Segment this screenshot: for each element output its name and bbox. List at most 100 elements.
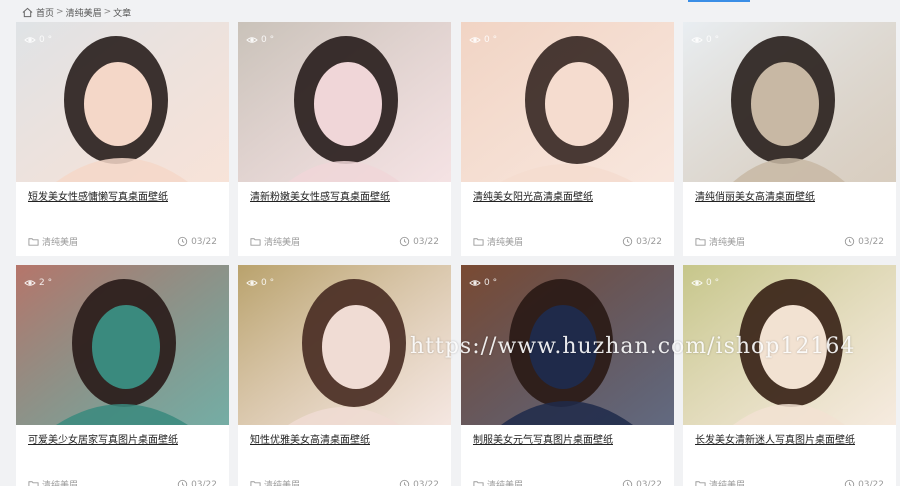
- eye-icon: [246, 37, 258, 43]
- clock-icon: [399, 236, 410, 247]
- article-card[interactable]: 0 ° 短发美女性感慵懒写真桌面壁纸 清纯美眉 03/22: [16, 22, 229, 256]
- article-date-value: 03/22: [191, 236, 217, 247]
- article-card[interactable]: 2 ° 可爱美少女居家写真图片桌面壁纸 清纯美眉 03/22: [16, 265, 229, 486]
- article-category-label: 清纯美眉: [487, 481, 524, 486]
- folder-icon: [473, 481, 484, 486]
- view-count: 0 °: [691, 34, 719, 46]
- folder-icon: [28, 481, 39, 486]
- article-title[interactable]: 可爱美少女居家写真图片桌面壁纸: [28, 434, 217, 448]
- article-meta: 清纯美眉 03/22: [473, 235, 662, 248]
- view-count-unit: °: [44, 278, 53, 288]
- eye-icon: [469, 280, 481, 286]
- article-category-label: 清纯美眉: [42, 481, 79, 486]
- clock-icon: [399, 479, 410, 486]
- portrait-image: [16, 22, 229, 182]
- view-count: 0 °: [246, 34, 274, 46]
- article-title[interactable]: 长发美女清新迷人写真图片桌面壁纸: [695, 434, 884, 448]
- article-date: 03/22: [399, 479, 439, 486]
- article-category[interactable]: 清纯美眉: [473, 478, 523, 486]
- view-count: 0 °: [469, 277, 497, 289]
- article-meta: 清纯美眉 03/22: [695, 235, 884, 248]
- eye-icon: [246, 280, 258, 286]
- article-date-value: 03/22: [191, 479, 217, 486]
- article-date-value: 03/22: [636, 479, 662, 486]
- article-date-value: 03/22: [858, 236, 884, 247]
- article-title[interactable]: 清纯美女阳光高清桌面壁纸: [473, 191, 662, 205]
- clock-icon: [177, 236, 188, 247]
- view-count-unit: °: [44, 35, 53, 45]
- article-category[interactable]: 清纯美眉: [28, 478, 78, 486]
- view-count-unit: °: [266, 278, 275, 288]
- clock-icon: [844, 479, 855, 486]
- article-date: 03/22: [622, 479, 662, 486]
- portrait-image: [238, 265, 451, 425]
- article-thumbnail[interactable]: 0 °: [238, 22, 451, 182]
- article-thumbnail[interactable]: 0 °: [683, 265, 896, 425]
- article-thumbnail[interactable]: 0 °: [16, 22, 229, 182]
- view-count: 0 °: [246, 277, 274, 289]
- folder-icon: [250, 481, 261, 486]
- article-meta: 清纯美眉 03/22: [250, 235, 439, 248]
- article-card[interactable]: 0 ° 清纯俏丽美女高清桌面壁纸 清纯美眉 03/22: [683, 22, 896, 256]
- article-title[interactable]: 知性优雅美女高清桌面壁纸: [250, 434, 439, 448]
- portrait-image: [461, 22, 674, 182]
- folder-icon: [695, 481, 706, 486]
- article-card[interactable]: 0 ° 知性优雅美女高清桌面壁纸 清纯美眉 03/22: [238, 265, 451, 486]
- article-category[interactable]: 清纯美眉: [473, 235, 523, 248]
- article-card[interactable]: 0 ° 清纯美女阳光高清桌面壁纸 清纯美眉 03/22: [461, 22, 674, 256]
- article-category[interactable]: 清纯美眉: [28, 235, 78, 248]
- article-date-value: 03/22: [858, 479, 884, 486]
- article-category-label: 清纯美眉: [487, 238, 524, 248]
- article-thumbnail[interactable]: 2 °: [16, 265, 229, 425]
- article-date: 03/22: [399, 236, 439, 247]
- article-category-label: 清纯美眉: [709, 238, 746, 248]
- eye-icon: [691, 280, 703, 286]
- view-count-unit: °: [489, 278, 498, 288]
- eye-icon: [469, 37, 481, 43]
- article-date-value: 03/22: [413, 236, 439, 247]
- clock-icon: [844, 236, 855, 247]
- article-title[interactable]: 清新粉嫩美女性感写真桌面壁纸: [250, 191, 439, 205]
- clock-icon: [177, 479, 188, 486]
- view-count: 0 °: [469, 34, 497, 46]
- article-card[interactable]: 0 ° 长发美女清新迷人写真图片桌面壁纸 清纯美眉 03/22: [683, 265, 896, 486]
- article-title[interactable]: 短发美女性感慵懒写真桌面壁纸: [28, 191, 217, 205]
- article-category[interactable]: 清纯美眉: [695, 478, 745, 486]
- eye-icon: [24, 37, 36, 43]
- article-thumbnail[interactable]: 0 °: [461, 22, 674, 182]
- article-thumbnail[interactable]: 0 °: [683, 22, 896, 182]
- page: 首页 > 清纯美眉 > 文章 0 ° 短发美女性感慵懒写真桌面壁纸 清纯美眉 0…: [0, 0, 900, 486]
- breadcrumb-category-link[interactable]: 清纯美眉: [66, 6, 102, 19]
- article-category-label: 清纯美眉: [264, 481, 301, 486]
- folder-icon: [28, 238, 39, 246]
- article-category[interactable]: 清纯美眉: [250, 235, 300, 248]
- clock-icon: [622, 236, 633, 247]
- article-thumbnail[interactable]: 0 °: [461, 265, 674, 425]
- breadcrumb: 首页 > 清纯美眉 > 文章: [22, 5, 131, 19]
- article-card[interactable]: 0 ° 制服美女元气写真图片桌面壁纸 清纯美眉 03/22: [461, 265, 674, 486]
- breadcrumb-current: 文章: [113, 8, 132, 19]
- article-meta: 清纯美眉 03/22: [473, 478, 662, 486]
- article-date: 03/22: [622, 236, 662, 247]
- article-category[interactable]: 清纯美眉: [250, 478, 300, 486]
- article-card[interactable]: 0 ° 清新粉嫩美女性感写真桌面壁纸 清纯美眉 03/22: [238, 22, 451, 256]
- article-date-value: 03/22: [413, 479, 439, 486]
- view-count: 0 °: [24, 34, 52, 46]
- portrait-image: [683, 22, 896, 182]
- article-thumbnail[interactable]: 0 °: [238, 265, 451, 425]
- folder-icon: [473, 238, 484, 246]
- portrait-image: [16, 265, 229, 425]
- article-title[interactable]: 清纯俏丽美女高清桌面壁纸: [695, 191, 884, 205]
- clock-icon: [622, 479, 633, 486]
- view-count-unit: °: [711, 35, 720, 45]
- eye-icon: [691, 37, 703, 43]
- breadcrumb-separator: >: [103, 7, 112, 17]
- eye-icon: [24, 280, 36, 286]
- breadcrumb-home-link[interactable]: 首页: [36, 6, 54, 19]
- article-title[interactable]: 制服美女元气写真图片桌面壁纸: [473, 434, 662, 448]
- article-date: 03/22: [844, 479, 884, 486]
- article-category[interactable]: 清纯美眉: [695, 235, 745, 248]
- view-count: 2 °: [24, 277, 52, 289]
- article-date-value: 03/22: [636, 236, 662, 247]
- folder-icon: [695, 238, 706, 246]
